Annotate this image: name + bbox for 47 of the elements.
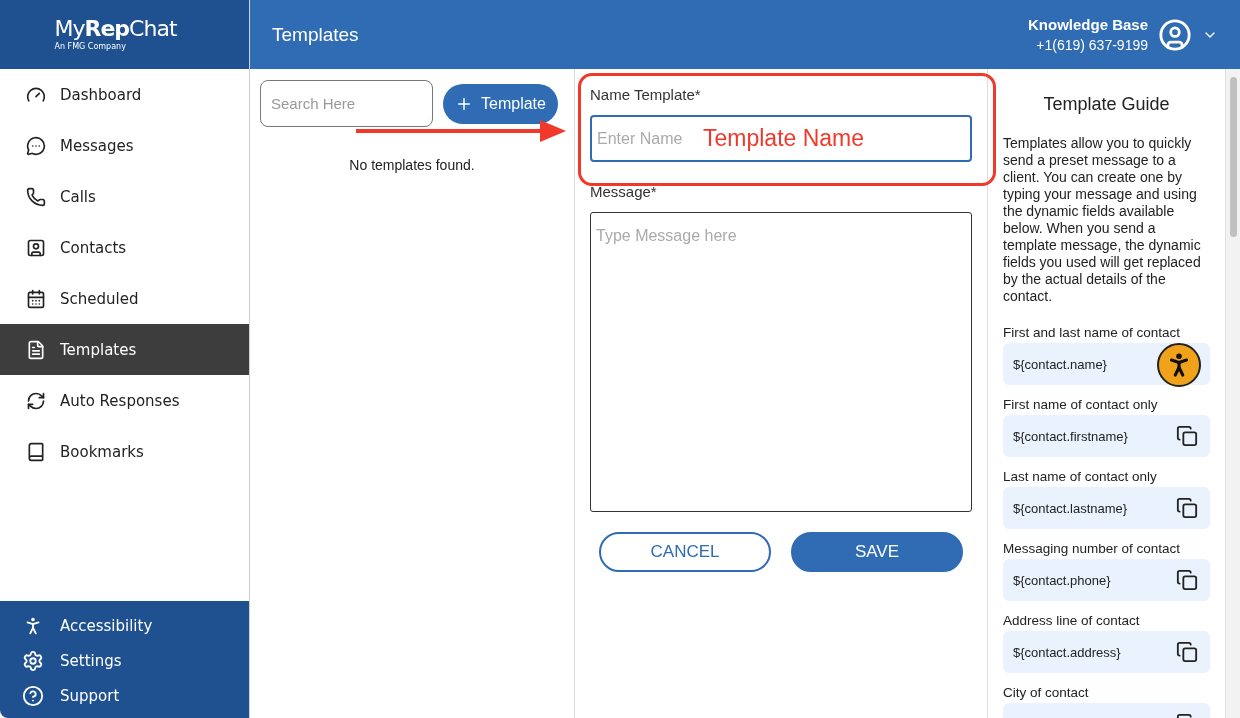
phone-icon: [26, 186, 46, 207]
user-avatar-icon[interactable]: [1158, 17, 1192, 52]
scrollbar-track[interactable]: [1225, 69, 1240, 718]
add-template-button[interactable]: Template: [443, 83, 558, 124]
annotation-text: Template Name: [703, 125, 865, 152]
sidebar-footer-item[interactable]: Support: [0, 683, 249, 708]
field-label: Message*: [590, 183, 658, 200]
dynamic-field-value: ${contact.lastname}: [1013, 500, 1128, 516]
copy-icon[interactable]: [1176, 425, 1198, 447]
guide-title: Template Guide: [1042, 94, 1171, 115]
sidebar-item[interactable]: Templates: [0, 324, 249, 375]
settings-icon: [22, 649, 44, 672]
search-field[interactable]: Search Here: [260, 80, 433, 127]
dynamic-field-label: Address line of contact: [1003, 613, 1141, 628]
account-phone: +1(619) 637-9199: [1036, 37, 1148, 53]
dynamic-field-label: First name of contact only: [1003, 397, 1159, 412]
logo-tagline: An FMG Company: [54, 42, 126, 51]
refresh-icon: [26, 390, 46, 411]
dynamic-field-value: ${contact.phone}: [1013, 572, 1111, 588]
save-button[interactable]: SAVE: [791, 532, 963, 572]
logo-wordmark: MyRepChat: [54, 18, 177, 40]
scrollbar-thumb[interactable]: [1229, 77, 1237, 237]
dynamic-field-value: ${contact.firstname}: [1013, 428, 1128, 444]
account-name: Knowledge Base: [1027, 16, 1148, 33]
help-icon: [22, 684, 44, 707]
contact-card-icon: [26, 237, 46, 258]
copy-icon[interactable]: [1176, 497, 1198, 519]
sidebar-footer-item[interactable]: Accessibility: [0, 613, 249, 638]
copy-icon[interactable]: [1176, 569, 1198, 591]
guide-intro: Templates allow you to quickly send a preset message to a client. You can create one by typing your message and using the dynamic fields available below. When you send a template message, the dynamic fields you used will get replaced by the actual details of the contact.: [1003, 135, 1202, 305]
message-input-field[interactable]: Type Message here: [590, 212, 972, 512]
sidebar-footer-item[interactable]: Settings: [0, 648, 249, 673]
dynamic-field-label: Last name of contact only: [1003, 469, 1158, 484]
cancel-button[interactable]: CANCEL: [599, 532, 771, 572]
chat-bubble-icon: [26, 135, 46, 156]
dynamic-field-label: City of contact: [1003, 685, 1090, 700]
dynamic-field-label: Messaging number of contact: [1003, 541, 1182, 556]
dynamic-field-label: First and last name of contact: [1003, 325, 1182, 340]
dynamic-field-value: ${contact.address}: [1013, 644, 1121, 660]
field-label: Name Template*: [590, 86, 702, 103]
page-title: Templates: [272, 23, 359, 46]
document-icon: [26, 339, 46, 360]
dynamic-field-value: ${contact.name}: [1013, 356, 1107, 372]
empty-message: No templates found.: [349, 157, 475, 173]
copy-icon[interactable]: [1176, 641, 1198, 663]
book-icon: [26, 441, 46, 462]
calendar-icon: [26, 288, 46, 309]
